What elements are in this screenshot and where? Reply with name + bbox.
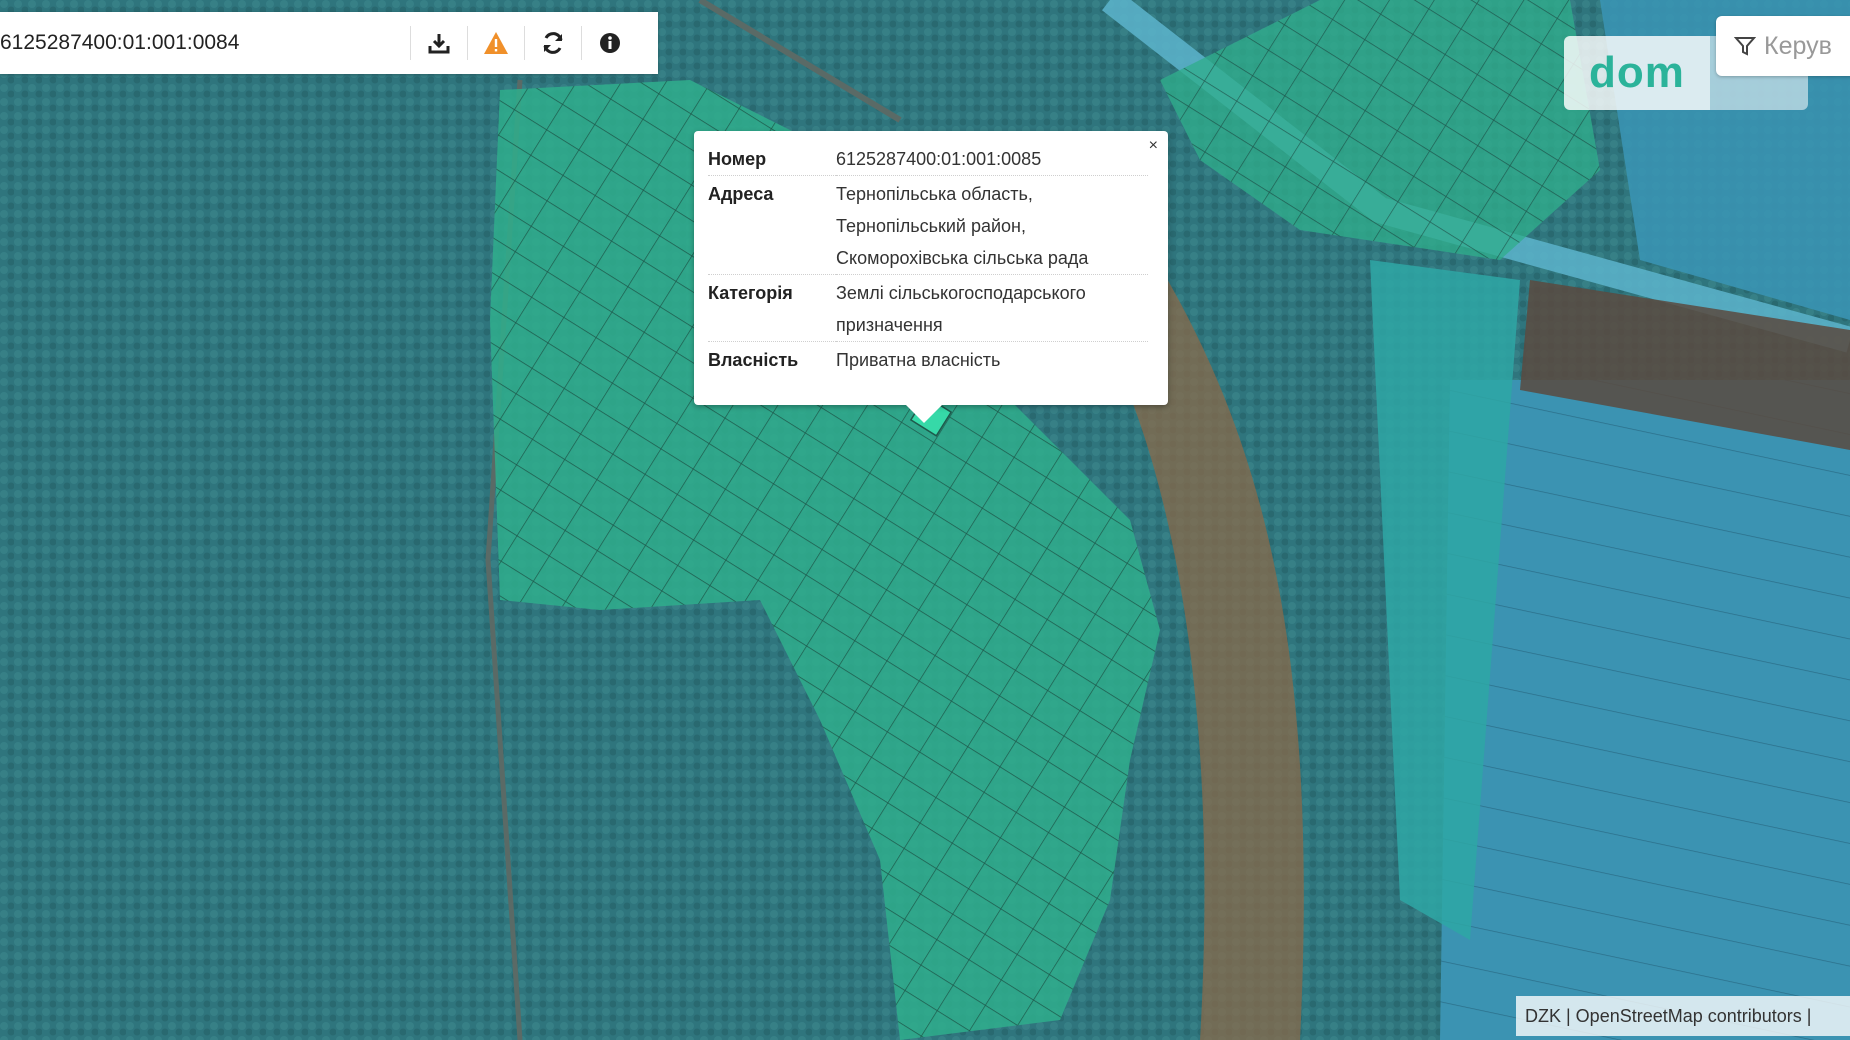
logo-text: dom	[1589, 48, 1685, 97]
parcel-info-popup: × Номер 6125287400:01:001:0085 Адреса Те…	[694, 131, 1168, 423]
dom-logo: dom	[1564, 36, 1710, 110]
info-icon	[600, 33, 620, 53]
parcel-info-table: Номер 6125287400:01:001:0085 Адреса Терн…	[708, 141, 1148, 376]
refresh-button[interactable]	[525, 12, 581, 74]
table-row: Номер 6125287400:01:001:0085	[708, 141, 1148, 176]
info-value: Землі сільськогосподарського призначення	[836, 274, 1148, 342]
info-value: Приватна власність	[836, 350, 1001, 370]
filter-button[interactable]: Керув	[1716, 16, 1850, 76]
warning-button[interactable]	[468, 12, 524, 74]
info-button[interactable]	[582, 12, 638, 74]
popup-close-button[interactable]: ×	[1149, 137, 1158, 155]
info-value: 6125287400:01:001:0085	[836, 141, 1148, 176]
info-key: Номер	[708, 141, 836, 176]
info-value: Тернопільська область, Тернопільський ра…	[836, 175, 1148, 275]
download-button[interactable]	[411, 12, 467, 74]
download-icon	[428, 34, 450, 54]
info-key: Категорія	[708, 274, 836, 342]
parcel-search-toolbar	[0, 12, 658, 74]
attribution-text: DZK | OpenStreetMap contributors |	[1525, 1005, 1812, 1026]
filter-icon	[1734, 37, 1756, 56]
table-row: Власність Приватна власність	[708, 342, 1148, 377]
table-row: Адреса Тернопільська область, Тернопільс…	[708, 175, 1148, 275]
refresh-icon	[543, 32, 563, 54]
table-row: Категорія Землі сільськогосподарського п…	[708, 274, 1148, 342]
info-key: Адреса	[708, 175, 836, 275]
info-key: Власність	[708, 350, 799, 370]
filter-label: Керув	[1764, 31, 1832, 60]
cadastral-search-input[interactable]	[0, 23, 410, 63]
map-attribution: DZK | OpenStreetMap contributors |	[1516, 996, 1850, 1036]
warning-icon	[484, 32, 508, 54]
